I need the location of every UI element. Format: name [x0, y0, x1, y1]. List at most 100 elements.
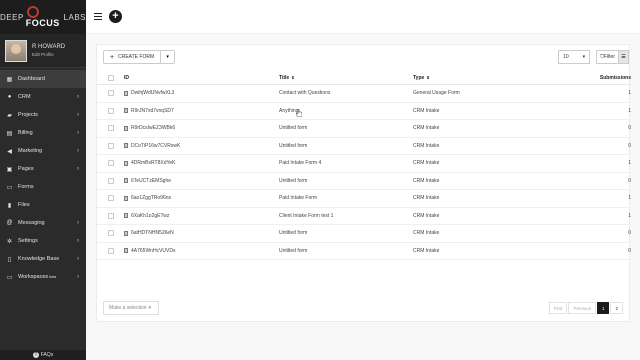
filter-label: Filter: [603, 54, 615, 60]
form-id-cell[interactable]: DwihjWdUNvfwXL3: [124, 90, 279, 96]
form-id: DwihjWdUNvfwXL3: [131, 90, 175, 97]
chevron-right-icon: ›: [77, 130, 79, 136]
sidebar-item-crm[interactable]: ● CRM ›: [0, 88, 86, 106]
select-all-checkbox[interactable]: [107, 74, 114, 81]
table-row[interactable]: 4DRmBsRT8XdYeK Paid Intake Form 4 CRM Inta…: [97, 155, 631, 173]
table-row[interactable]: R9rJN7xd7vnqSD7 Anything CRM Intake 1: [97, 103, 631, 120]
create-form-dropdown[interactable]: ▾: [161, 50, 176, 64]
menu-toggle-icon[interactable]: [94, 13, 102, 20]
sidebar-item-settings[interactable]: ✲ Settings ›: [0, 232, 86, 250]
form-id-cell[interactable]: R9rDcsIwEZ3WBk6: [124, 125, 279, 131]
form-icon: [124, 213, 128, 219]
header-type[interactable]: Type ⬍: [413, 75, 563, 81]
chevron-right-icon: ›: [77, 148, 79, 154]
edit-profile-link[interactable]: Edit Profile: [32, 52, 65, 57]
book-icon: ▯: [7, 256, 12, 263]
sidebar-item-workspaces[interactable]: ▭ Workspaces beta ›: [0, 268, 86, 286]
form-id-cell[interactable]: 6XaKh1o2gETwz: [124, 213, 279, 219]
form-id-cell[interactable]: 6atHDTNHN526eN: [124, 230, 279, 236]
submissions-cell: 1: [628, 160, 631, 167]
per-page-select[interactable]: 10 ▾: [558, 50, 591, 64]
form-title-cell: Paid Intake Form: [279, 195, 318, 202]
page-1-button[interactable]: 1: [596, 302, 610, 314]
row-checkbox[interactable]: [107, 90, 114, 97]
faqs-link[interactable]: ? FAQs: [0, 350, 86, 360]
sidebar-item-messaging[interactable]: @ Messaging ›: [0, 214, 86, 232]
sidebar-item-knowledge-base[interactable]: ▯ Knowledge Base ›: [0, 250, 86, 268]
sidebar-item-marketing[interactable]: ◀ Marketing ›: [0, 142, 86, 160]
form-id-cell[interactable]: DCoTiP16w7CVRswK: [124, 143, 279, 149]
form-icon: [124, 178, 128, 184]
page-2-button[interactable]: 2: [610, 302, 623, 314]
brand-logo[interactable]: DEEP FOCUS LABS: [0, 0, 86, 34]
sidebar-item-billing[interactable]: ▤ Billing ›: [0, 124, 86, 142]
previous-page-button[interactable]: Previous: [568, 302, 596, 314]
form-id: 4DRmBsRT8XdYeK: [131, 160, 176, 167]
forms-panel: + CREATE FORM ▾ 10 ▾ ⛉ Filter ☰ ID Title…: [96, 44, 631, 322]
quick-add-icon[interactable]: +: [109, 10, 122, 23]
sidebar-item-dashboard[interactable]: ▦ Dashboard: [0, 70, 86, 88]
row-checkbox[interactable]: [107, 142, 114, 149]
row-checkbox[interactable]: [107, 212, 114, 219]
form-icon: [124, 160, 128, 166]
sidebar-item-label: Marketing: [18, 148, 43, 154]
row-checkbox[interactable]: [107, 160, 114, 167]
create-form-label: CREATE FORM: [118, 54, 155, 60]
sidebar-item-label: Dashboard: [18, 76, 45, 82]
caret-down-icon: ▾: [582, 54, 586, 60]
sidebar-item-pages[interactable]: ▣ Pages ›: [0, 160, 86, 178]
mouse-cursor-icon: [296, 109, 302, 117]
caret-down-icon: ▾: [166, 54, 169, 60]
table-row[interactable]: 6atHDTNHN526eN Untitled form CRM Intake 0: [97, 225, 631, 243]
row-checkbox[interactable]: [107, 125, 114, 132]
sidebar-item-files[interactable]: ▮ Files: [0, 196, 86, 214]
sidebar-item-label: Settings: [18, 238, 38, 244]
form-id-cell[interactable]: 4DRmBsRT8XdYeK: [124, 160, 279, 166]
row-checkbox[interactable]: [107, 107, 114, 114]
row-checkbox[interactable]: [107, 230, 114, 237]
view-toggle-button[interactable]: ☰: [619, 50, 629, 64]
row-checkbox[interactable]: [107, 247, 114, 254]
first-page-button[interactable]: First: [548, 302, 568, 314]
create-form-button[interactable]: + CREATE FORM: [103, 50, 162, 64]
table-row[interactable]: DwihjWdUNvfwXL3 Contact with Questions Gen…: [97, 85, 631, 103]
help-icon: ?: [32, 352, 39, 358]
table-row[interactable]: DCoTiP16w7CVRswK Untitled form CRM Intake 0: [97, 138, 631, 155]
form-title-cell: Untitled form: [279, 177, 308, 184]
form-id-cell[interactable]: 6TeUCTzEMSghe: [124, 178, 279, 184]
form-title-cell: Contact with Questions: [279, 90, 331, 97]
form-type-cell: CRM Intake: [413, 247, 440, 254]
header-title[interactable]: Title ⬍: [279, 75, 413, 81]
table-row[interactable]: 4A765WnHcVUVDs Untitled form CRM Intake 0: [97, 243, 631, 260]
avatar[interactable]: [5, 39, 27, 62]
dashboard-icon: ▦: [6, 76, 13, 83]
table-row[interactable]: 6TeUCTzEMSghe Untitled form CRM Intake 0: [97, 173, 631, 190]
logo-text-left: DEEP: [0, 12, 24, 22]
form-id-cell[interactable]: R9rJN7xd7vnqSD7: [124, 108, 279, 114]
sidebar-item-projects[interactable]: ▰ Projects ›: [0, 106, 86, 124]
sidebar-nav: ▦ Dashboard ● CRM › ▰ Projects › ▤ Billing › ◀ Marke…: [0, 70, 86, 286]
form-icon: [124, 230, 128, 236]
row-checkbox[interactable]: [107, 195, 114, 202]
form-type-cell: CRM Intake: [413, 212, 440, 219]
row-checkbox[interactable]: [107, 177, 114, 184]
workspace-icon: ▭: [6, 274, 13, 281]
table-body: DwihjWdUNvfwXL3 Contact with Questions Gen…: [97, 85, 631, 260]
logo-ring-icon: [26, 6, 39, 18]
form-icon: ▭: [6, 184, 13, 191]
submissions-cell: 0: [628, 177, 631, 184]
sidebar: DEEP FOCUS LABS R HOWARD Edit Profile ▦ D…: [0, 0, 86, 360]
main-content: + CREATE FORM ▾ 10 ▾ ⛉ Filter ☰ ID Title…: [86, 34, 640, 360]
form-icon: [124, 248, 128, 254]
form-id-cell[interactable]: 4A765WnHcVUVDs: [124, 248, 279, 254]
table-row[interactable]: R9rDcsIwEZ3WBk6 Untitled form CRM Intake 0: [97, 120, 631, 138]
form-id-cell[interactable]: 6ao1ZggTRo96ns: [124, 195, 279, 201]
table-row[interactable]: 6ao1ZggTRo96ns Paid Intake Form CRM Intake…: [97, 190, 631, 208]
bulk-action-select[interactable]: Make a selection ▾: [103, 301, 159, 315]
filter-button[interactable]: ⛉ Filter: [596, 50, 619, 64]
sidebar-item-forms[interactable]: ▭ Forms: [0, 178, 86, 196]
profile-name: R HOWARD: [32, 44, 66, 50]
table-row[interactable]: 6XaKh1o2gETwz Client Intake Form test 1 CR…: [97, 208, 631, 225]
sidebar-item-label: Messaging: [18, 220, 45, 226]
folder-icon: ▰: [7, 112, 12, 119]
